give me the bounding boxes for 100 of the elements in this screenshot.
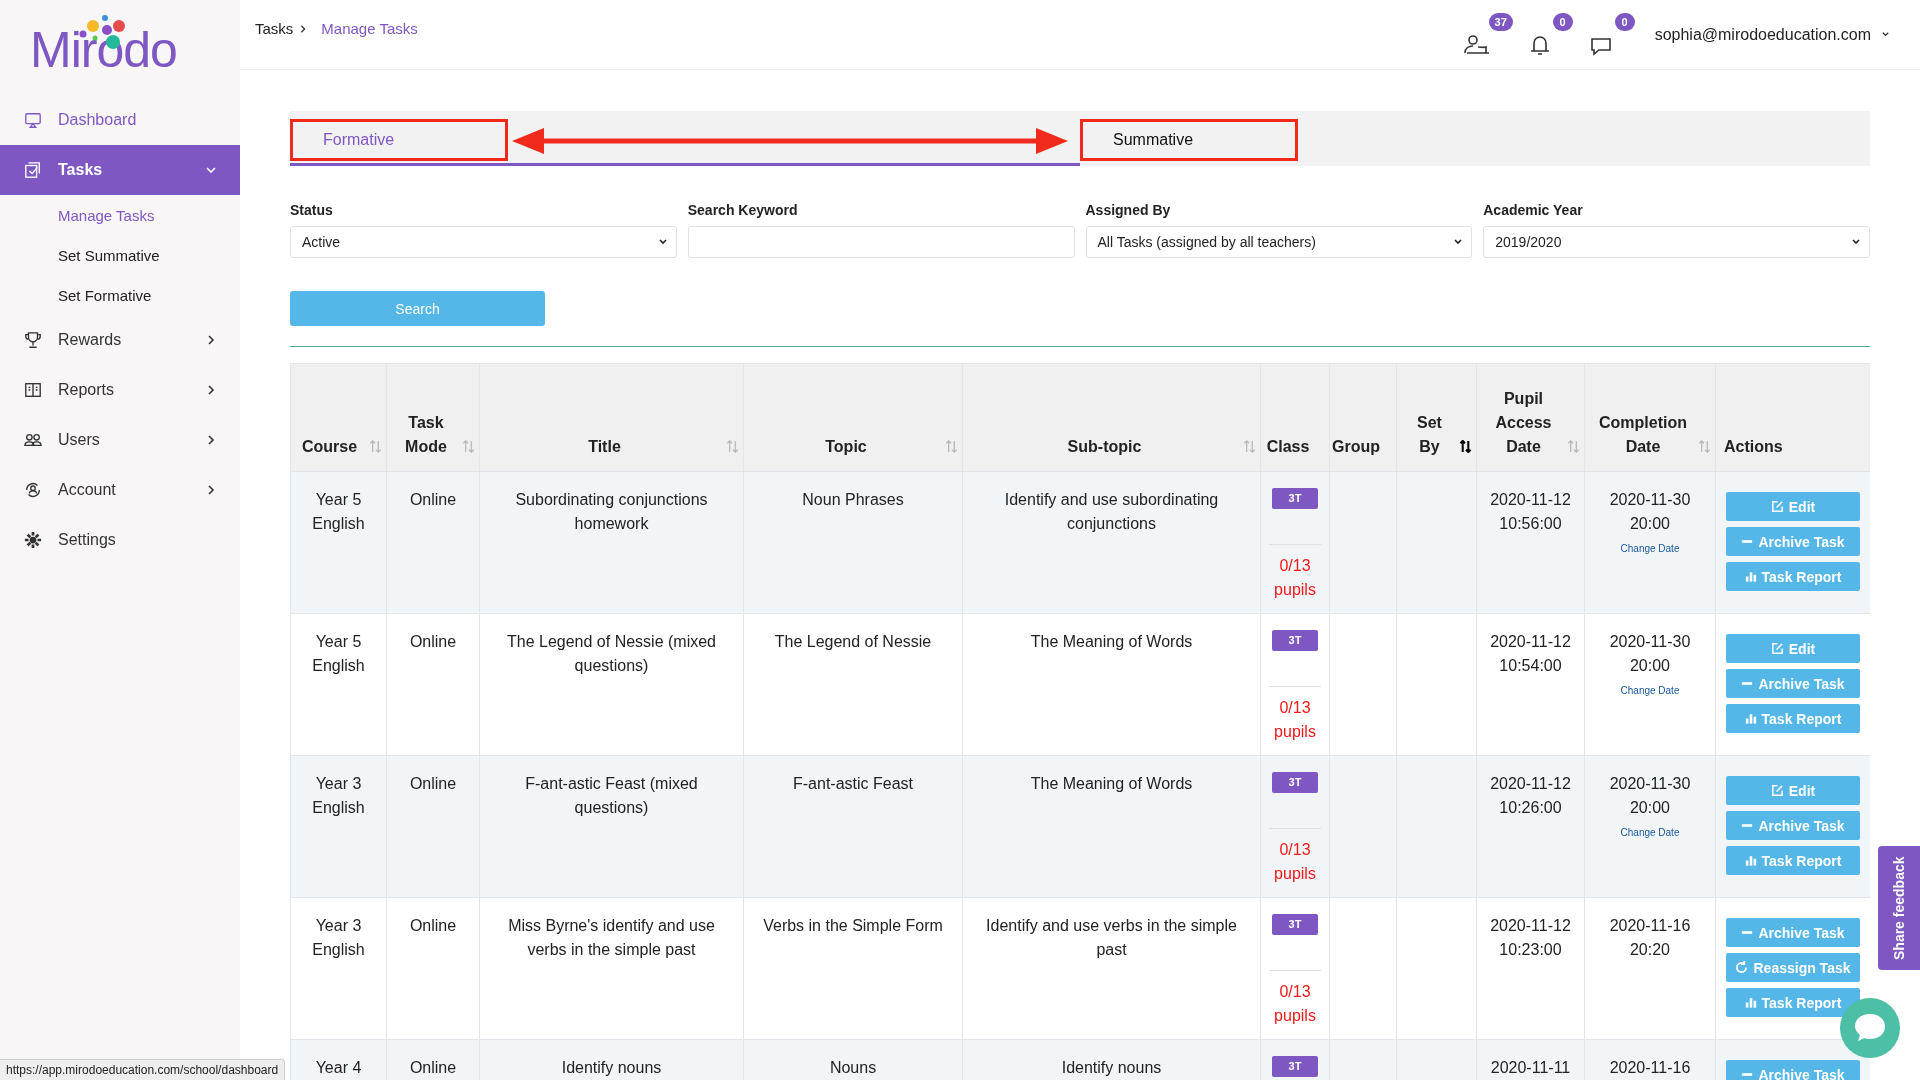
breadcrumb-link[interactable]: Tasks (255, 20, 294, 37)
topic-cell: F-ant-astic Feast (793, 775, 913, 792)
field-label: Search Keyword (687, 202, 799, 218)
sort-icon[interactable] (1459, 440, 1472, 453)
column-header[interactable]: Task Mode (395, 411, 457, 459)
search-field[interactable] (687, 226, 1075, 258)
change-date-link[interactable]: Change Date (1593, 542, 1707, 556)
caret-icon (1851, 237, 1861, 247)
course-cell: Year 3 English (312, 775, 365, 816)
title-cell: Identify nouns (561, 1059, 662, 1076)
sidebar-item[interactable]: Tasks (0, 145, 240, 195)
column-header[interactable]: Title (588, 435, 621, 459)
caret-icon (1881, 30, 1890, 39)
chevron-right-icon (299, 24, 308, 33)
access-date-cell-text: 2020-11-12 10:23:00 (1489, 916, 1572, 960)
tab[interactable]: Summative (1080, 111, 1870, 166)
share-feedback-tab[interactable]: Share feedback (1878, 846, 1920, 970)
users-icon (24, 431, 42, 449)
title-cell: The Legend of Nessie (mixed questions) (507, 633, 716, 674)
subtopic-cell: Identify and use verbs in the simple past (986, 917, 1237, 958)
breadcrumb-link[interactable]: Manage Tasks (321, 20, 418, 37)
subtopic-cell: The Meaning of Words (1030, 633, 1193, 650)
mode-cell: Online (409, 633, 457, 650)
sidebar-item[interactable]: Settings (0, 515, 240, 565)
edit-icon (1770, 500, 1784, 513)
subtopic-cell: Identify nouns (1061, 1059, 1162, 1076)
count-badge: 0 (1614, 12, 1635, 31)
bar-chart-icon (1744, 570, 1757, 583)
progress-text: 0/13 pupils (1273, 556, 1317, 600)
sidebar-item[interactable]: Rewards (0, 315, 240, 365)
completion-date-cell-text: 2020-11-30 20:00 (1608, 774, 1692, 818)
mode-cell: Online (409, 917, 457, 934)
refresh-icon (1735, 961, 1749, 974)
access-date-cell-text: 2020-11-11 (1489, 1058, 1572, 1078)
tasks-icon (24, 161, 42, 179)
column-header[interactable]: Sub-topic (1067, 435, 1142, 459)
title-cell: Miss Byrne's identify and use verbs in the simple past (508, 917, 715, 958)
course-cell: Year 5 English (312, 491, 365, 532)
dropdown[interactable]: All Tasks (assigned by all teachers) (1085, 226, 1473, 258)
access-date-cell-text: 2020-11-12 10:56:00 (1489, 490, 1572, 534)
subtopic-cell: The Meaning of Words (1030, 775, 1193, 792)
field-label: Academic Year (1483, 202, 1584, 218)
dropdown[interactable]: Active (290, 226, 677, 258)
progress-text: 0/13 pupils (1273, 840, 1317, 884)
field-label: Assigned By (1085, 202, 1172, 218)
mode-cell: Online (409, 775, 457, 792)
column-header: Actions (1724, 437, 1783, 457)
sidebar-subitem[interactable]: Set Summative (0, 235, 160, 275)
topic-cell: Verbs in the Simple Form (763, 917, 943, 934)
trophy-icon (24, 331, 42, 349)
chat-button[interactable] (1840, 998, 1900, 1058)
column-header[interactable]: Pupil Access Date (1485, 387, 1562, 459)
class-badge: 3T (1272, 630, 1318, 651)
sidebar-item[interactable]: Reports (0, 365, 240, 415)
change-date-link[interactable]: Change Date (1593, 684, 1707, 698)
column-header[interactable]: Topic (825, 435, 867, 459)
class-badge: 3T (1272, 772, 1318, 793)
monitor-icon (24, 111, 42, 129)
title-cell: F-ant-astic Feast (mixed questions) (525, 775, 698, 816)
completion-date-cell-text: 2020-11-30 20:00 (1608, 632, 1692, 676)
gear-icon (24, 531, 42, 549)
sidebar-item[interactable]: Account (0, 465, 240, 515)
bar-chart-icon (1744, 712, 1757, 725)
access-date-cell-text: 2020-11-12 10:26:00 (1489, 774, 1572, 818)
title-cell: Subordinating conjunctions homework (515, 491, 708, 532)
column-header: Group (1332, 437, 1380, 457)
mode-cell: Online (409, 1059, 457, 1076)
access-date-cell-text: 2020-11-12 10:54:00 (1489, 632, 1572, 676)
completion-date-cell-text: 2020-11-16 (1608, 1058, 1692, 1078)
edit-icon (1770, 784, 1784, 797)
caret-icon (1453, 237, 1464, 247)
mode-cell: Online (409, 491, 457, 508)
column-header[interactable]: Course (301, 435, 358, 459)
field-label: Status (290, 202, 334, 218)
dropdown[interactable]: 2019/2020 (1483, 226, 1870, 258)
course-cell: Year 3 English (312, 917, 365, 958)
user-menu[interactable]: sophia@mirodoeducation.com (1654, 25, 1871, 44)
sidebar-item[interactable]: Users (0, 415, 240, 465)
progress-text: 0/13 pupils (1273, 982, 1317, 1026)
edit-icon (1770, 642, 1784, 655)
column-header[interactable]: Set By (1405, 411, 1454, 459)
completion-date-cell-text: 2020-11-16 20:20 (1608, 916, 1692, 960)
logo[interactable]: Mirodo (30, 25, 177, 95)
sidebar-item[interactable]: Dashboard (0, 95, 240, 145)
class-badge: 3T (1272, 1056, 1318, 1077)
completion-date-cell-text: 2020-11-30 20:00 (1608, 490, 1692, 534)
column-header[interactable]: Completion Date (1593, 411, 1693, 459)
course-cell: Year 5 English (312, 633, 365, 674)
column-header: Class (1266, 437, 1310, 457)
report-icon (24, 381, 42, 399)
count-badge: 37 (1488, 12, 1513, 31)
bar-chart-icon (1744, 996, 1757, 1009)
bar-chart-icon (1744, 854, 1757, 867)
progress-text: 0/13 pupils (1273, 698, 1317, 742)
sidebar-subitem[interactable]: Set Formative (0, 275, 152, 315)
topic-cell: Noun Phrases (802, 491, 904, 508)
change-date-link[interactable]: Change Date (1593, 826, 1707, 840)
course-cell: Year 4 (315, 1059, 362, 1076)
topic-cell: Nouns (829, 1059, 877, 1076)
sidebar-subitem[interactable]: Manage Tasks (0, 195, 155, 235)
